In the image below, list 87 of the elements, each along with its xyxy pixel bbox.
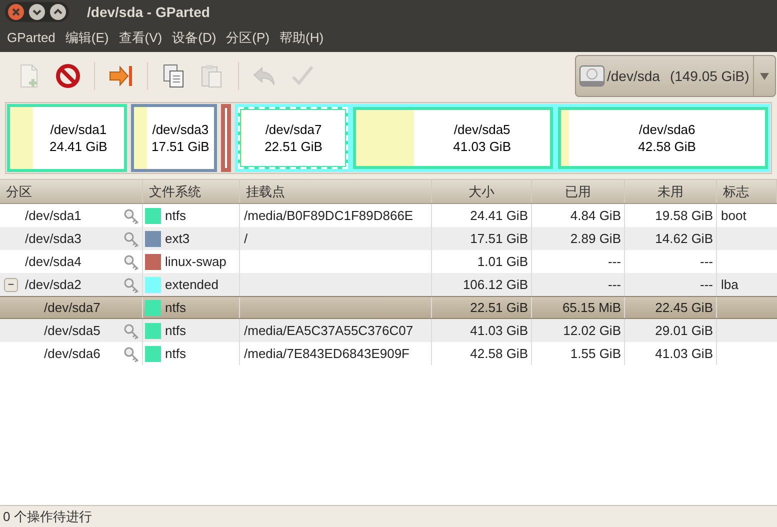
status-text: 0 个操作待进行 (2, 508, 92, 526)
table-cell-text: 24.41 GiB (470, 206, 528, 225)
table-cell-text: 1.55 GiB (570, 344, 621, 363)
table-cell-text: --- (700, 252, 713, 271)
partition-block[interactable]: /dev/sda7 22.51 GiB (238, 107, 348, 169)
swap-partition-block[interactable] (221, 104, 231, 172)
partition-size: 42.58 GiB (638, 138, 696, 155)
collapse-toggle[interactable]: − (4, 278, 18, 292)
table-cell-text: 19.58 GiB (655, 206, 713, 225)
table-cell-text: 12.02 GiB (563, 322, 621, 340)
menu-item[interactable]: 帮助(H) (274, 28, 329, 48)
partition-size: 22.51 GiB (264, 138, 322, 155)
filesystem-name: ntfs (165, 206, 186, 225)
flag-label: lba (721, 276, 738, 294)
table-cell-text: 4.84 GiB (570, 206, 621, 225)
table-row[interactable]: − /dev/sda2 extended 106.12 GiB --- --- lba (0, 273, 777, 296)
table-row[interactable]: /dev/sda5 ntfs /media/EA5C37A55C376C07 41.03 GiB 12.02 GiB 29.01 GiB (0, 319, 777, 342)
table-cell-text: --- (608, 252, 621, 271)
flag-label: boot (721, 206, 746, 225)
partition-name: /dev/sda6 (44, 344, 100, 363)
device-selector[interactable]: /dev/sda (149.05 GiB) (575, 55, 776, 97)
table-row[interactable]: /dev/sda7 ntfs 22.51 GiB 65.15 MiB 22.45 GiB (0, 296, 777, 319)
menu-item[interactable]: 设备(D) (167, 28, 222, 48)
partition-name: /dev/sda2 (25, 276, 82, 294)
partition-name: /dev/sda3 (152, 121, 209, 138)
no-entry-icon[interactable] (54, 62, 82, 90)
table-cell-text: 42.58 GiB (470, 344, 528, 363)
partition-name: /dev/sda7 (265, 121, 322, 138)
table-cell-text: --- (608, 276, 621, 294)
device-name: /dev/sda (607, 66, 660, 86)
table-cell-text: 14.62 GiB (655, 230, 713, 248)
mount-point: /media/7E843ED6843E909F (244, 344, 410, 363)
partition-name: /dev/sda6 (638, 121, 696, 138)
table-cell-text: --- (700, 276, 713, 294)
mount-point: /media/EA5C37A55C376C07 (244, 322, 414, 340)
dropdown-arrow-icon (760, 72, 769, 80)
column-header[interactable]: 未用 (625, 180, 717, 203)
table-cell-text: 29.01 GiB (655, 322, 713, 340)
partition-size: 41.03 GiB (453, 138, 511, 155)
table-cell-text: 106.12 GiB (462, 276, 528, 294)
partition-block[interactable]: /dev/sda1 24.41 GiB (7, 104, 127, 172)
table-cell-text: 2.89 GiB (570, 230, 621, 248)
filesystem-name: extended (165, 276, 218, 294)
partition-size: 24.41 GiB (49, 138, 108, 155)
close-icon[interactable] (7, 3, 25, 21)
partition-name: /dev/sda5 (44, 322, 100, 340)
mount-point: /media/B0F89DC1F89D866E (244, 206, 414, 225)
column-header[interactable]: 文件系统 (143, 180, 240, 203)
device-size: (149.05 GiB) (670, 66, 750, 86)
partition-size: 17.51 GiB (151, 138, 210, 155)
filesystem-name: ntfs (165, 344, 186, 363)
extended-partition-block[interactable]: /dev/sda7 22.51 GiB /dev/sda5 41.03 GiB /dev/sda6 42.58 GiB (235, 104, 770, 172)
partition-name: /dev/sda7 (44, 298, 100, 317)
filesystem-name: linux-swap (165, 252, 226, 271)
mount-point: / (244, 230, 248, 248)
partition-name: /dev/sda5 (454, 121, 510, 138)
window-title: /dev/sda - GParted (87, 2, 210, 22)
table-row[interactable]: /dev/sda3 ext3 / 17.51 GiB 2.89 GiB 14.62 GiB (0, 227, 777, 250)
minimize-icon[interactable] (28, 3, 46, 21)
filesystem-name: ntfs (165, 322, 186, 340)
maximize-icon[interactable] (49, 3, 67, 21)
partition-block[interactable]: /dev/sda3 17.51 GiB (131, 104, 217, 172)
table-cell-text: 41.03 GiB (655, 344, 713, 363)
column-header[interactable]: 标志 (717, 180, 777, 203)
column-header[interactable]: 挂载点 (240, 180, 432, 203)
column-header[interactable]: 分区 (0, 180, 143, 203)
partition-block[interactable]: /dev/sda6 42.58 GiB (558, 107, 768, 169)
table-cell-text: 41.03 GiB (470, 322, 528, 340)
table-cell-text: 17.51 GiB (470, 230, 528, 248)
partition-name: /dev/sda4 (25, 252, 82, 271)
partition-name: /dev/sda1 (25, 206, 82, 225)
hard-drive-icon (579, 64, 605, 88)
partition-block[interactable]: /dev/sda5 41.03 GiB (353, 107, 553, 169)
filesystem-name: ntfs (165, 298, 186, 317)
menu-item[interactable]: 编辑(E) (60, 28, 114, 48)
partition-name: /dev/sda1 (50, 121, 107, 138)
table-cell-text: 1.01 GiB (477, 252, 528, 271)
menu-item[interactable]: 查看(V) (114, 28, 168, 48)
menu-item[interactable]: 分区(P) (221, 28, 274, 48)
column-header[interactable]: 大小 (432, 180, 532, 203)
partition-name: /dev/sda3 (25, 230, 82, 248)
table-cell-text: 22.45 GiB (655, 298, 713, 317)
menu-item[interactable]: GParted (2, 28, 60, 48)
table-cell-text: 65.15 MiB (562, 298, 621, 317)
table-cell-text: 22.51 GiB (470, 298, 528, 317)
filesystem-name: ext3 (165, 230, 190, 248)
column-header[interactable]: 已用 (532, 180, 625, 203)
